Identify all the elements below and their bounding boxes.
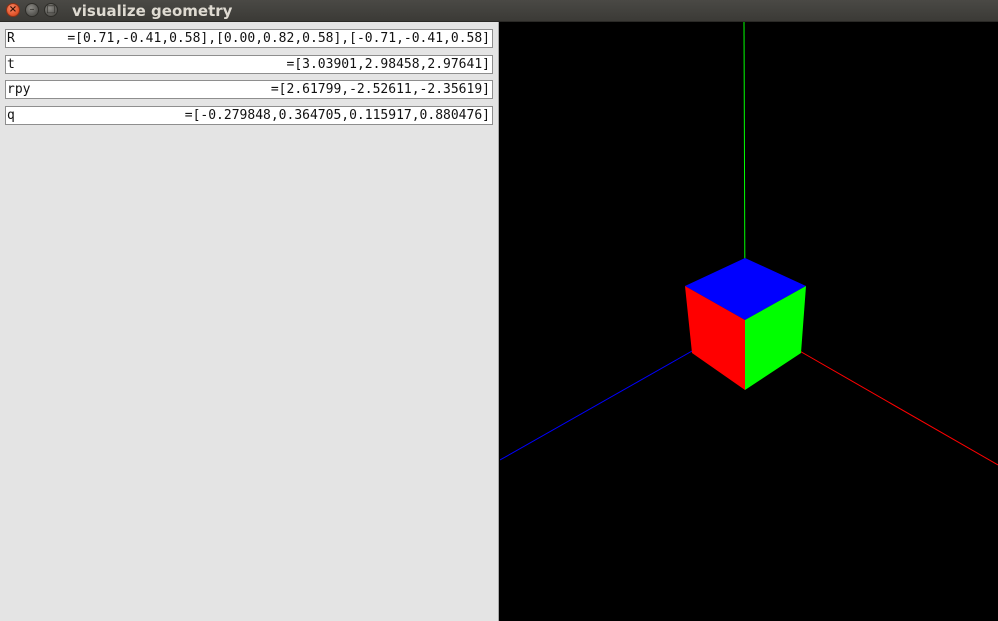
- 3d-viewport[interactable]: [500, 22, 998, 621]
- close-window-button[interactable]: ×: [6, 3, 20, 17]
- minimize-window-button[interactable]: –: [25, 3, 39, 17]
- maximize-icon: □: [46, 4, 56, 15]
- translation-label: t: [7, 57, 15, 72]
- rpy-label: rpy: [7, 82, 31, 97]
- rotation-matrix-label: R: [7, 31, 15, 46]
- maximize-window-button[interactable]: □: [44, 3, 58, 17]
- quaternion-value: =[-0.279848,0.364705,0.115917,0.880476]: [184, 108, 490, 123]
- translation-field[interactable]: t =[3.03901,2.98458,2.97641]: [5, 55, 493, 74]
- parameters-panel: R =[0.71,-0.41,0.58],[0.00,0.82,0.58],[-…: [0, 22, 499, 621]
- minimize-icon: –: [29, 4, 35, 15]
- rpy-field[interactable]: rpy =[2.61799,-2.52611,-2.35619]: [5, 80, 493, 99]
- quaternion-field[interactable]: q =[-0.279848,0.364705,0.115917,0.880476…: [5, 106, 493, 125]
- rpy-value: =[2.61799,-2.52611,-2.35619]: [270, 82, 490, 97]
- close-icon: ×: [8, 4, 18, 15]
- translation-value: =[3.03901,2.98458,2.97641]: [286, 57, 491, 72]
- rotation-matrix-value: =[0.71,-0.41,0.58],[0.00,0.82,0.58],[-0.…: [67, 31, 490, 46]
- window-title: visualize geometry: [72, 2, 233, 20]
- app-window: × – □ visualize geometry R =[0.71,-0.41,…: [0, 0, 998, 621]
- rotation-matrix-field[interactable]: R =[0.71,-0.41,0.58],[0.00,0.82,0.58],[-…: [5, 29, 493, 48]
- scene-canvas[interactable]: [500, 22, 998, 621]
- title-bar[interactable]: × – □ visualize geometry: [0, 0, 998, 22]
- quaternion-label: q: [7, 108, 15, 123]
